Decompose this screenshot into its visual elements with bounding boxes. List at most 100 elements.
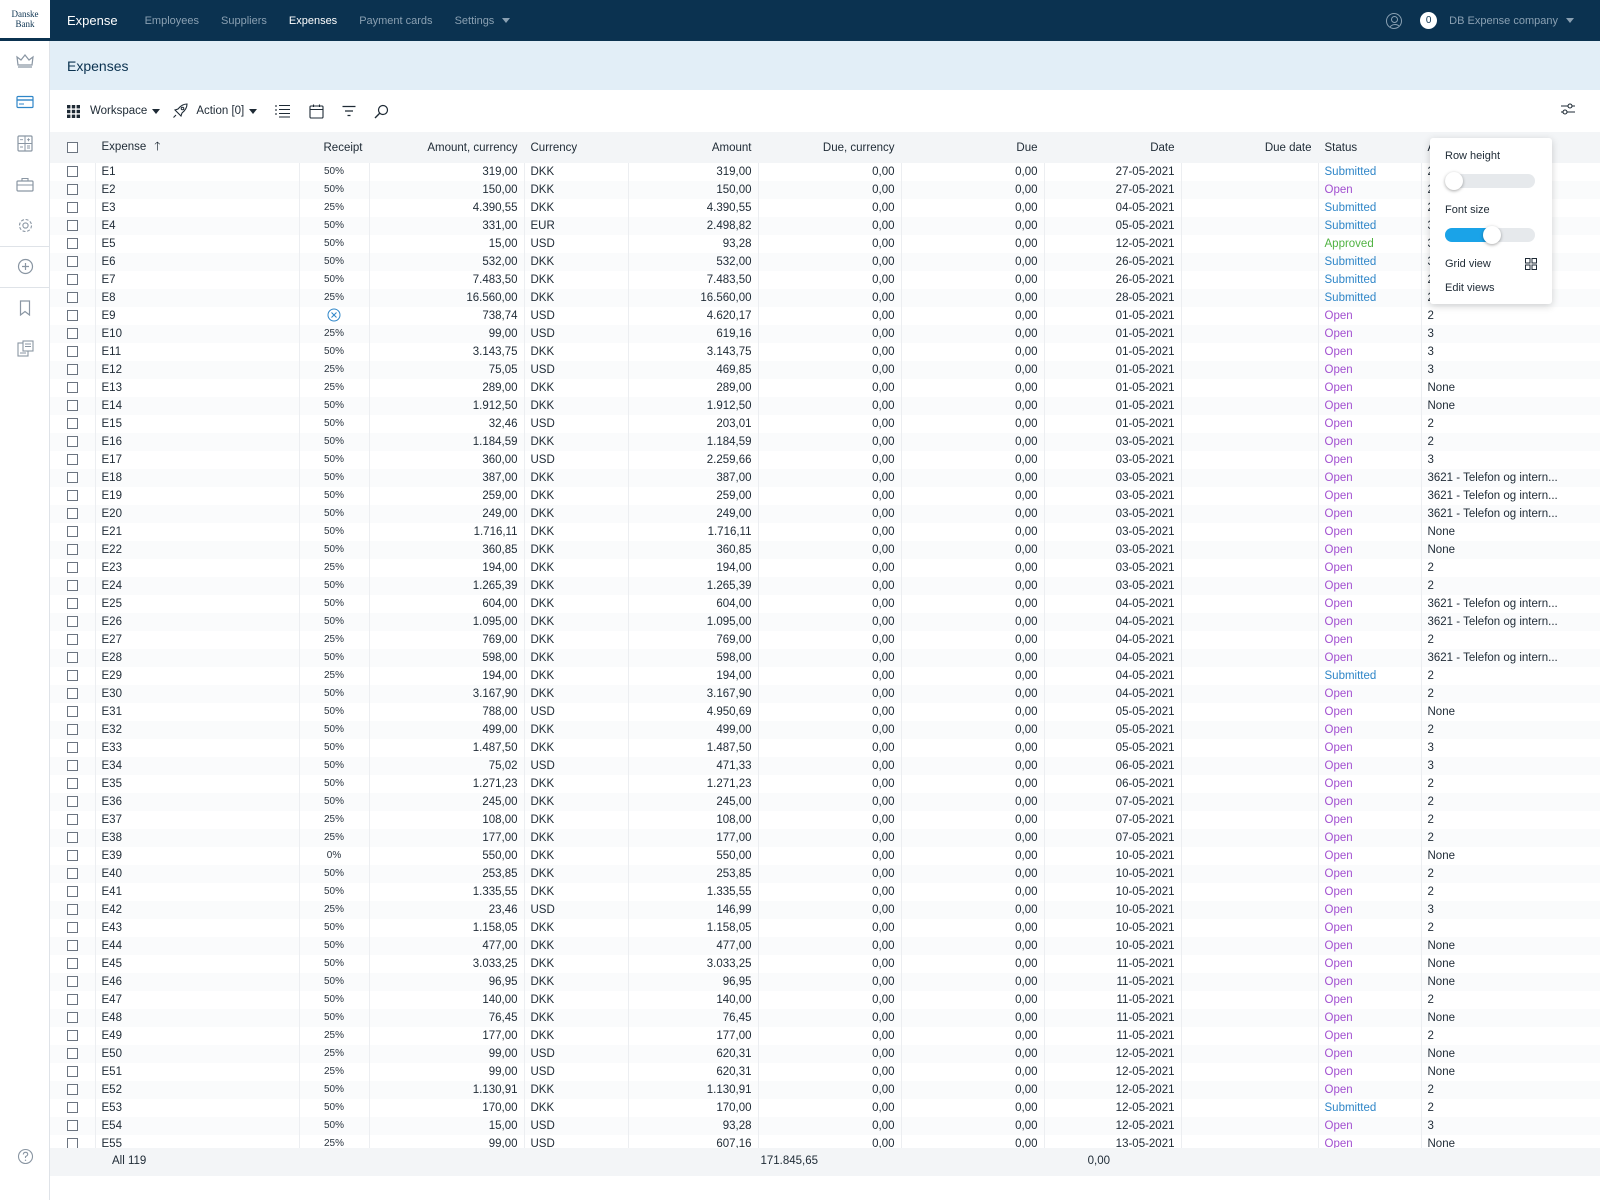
- cell-expense[interactable]: E22: [95, 541, 300, 559]
- row-checkbox[interactable]: [66, 724, 78, 736]
- row-checkbox-cell[interactable]: [50, 487, 96, 505]
- plus-circle-icon[interactable]: [15, 256, 35, 276]
- cell-expense[interactable]: E3: [95, 199, 300, 217]
- table-row[interactable]: E17 50% 360,00 USD 2.259,66 0,00 0,00 03-05-202…: [50, 451, 1600, 469]
- column-header-status[interactable]: Status: [1318, 132, 1422, 163]
- table-row[interactable]: E18 50% 387,00 DKK 387,00 0,00 0,00 03-05-2021 O…: [50, 469, 1600, 487]
- row-checkbox[interactable]: [66, 940, 78, 952]
- row-checkbox-cell[interactable]: [50, 577, 96, 595]
- table-row[interactable]: E21 50% 1.716,11 DKK 1.716,11 0,00 0,00 03-05-2…: [50, 523, 1600, 541]
- table-row[interactable]: E6 50% 532,00 DKK 532,00 0,00 0,00 26-05-2021 Su…: [50, 253, 1600, 271]
- row-checkbox-cell[interactable]: [50, 163, 96, 181]
- cell-expense[interactable]: E36: [95, 793, 300, 811]
- row-checkbox-cell[interactable]: [50, 901, 96, 919]
- cell-expense[interactable]: E12: [95, 361, 300, 379]
- table-row[interactable]: E51 25% 99,00 USD 620,31 0,00 0,00 12-05-2021 Op…: [50, 1063, 1600, 1081]
- cell-expense[interactable]: E53: [95, 1099, 300, 1117]
- table-row[interactable]: E5 50% 15,00 USD 93,28 0,00 0,00 12-05-2021 Appr…: [50, 235, 1600, 253]
- row-checkbox-cell[interactable]: [50, 703, 96, 721]
- table-row[interactable]: E16 50% 1.184,59 DKK 1.184,59 0,00 0,00 03-05-2…: [50, 433, 1600, 451]
- cell-expense[interactable]: E14: [95, 397, 300, 415]
- row-checkbox-cell[interactable]: [50, 541, 96, 559]
- table-row[interactable]: E31 50% 788,00 USD 4.950,69 0,00 0,00 05-05-202…: [50, 703, 1600, 721]
- cell-expense[interactable]: E28: [95, 649, 300, 667]
- row-checkbox-cell[interactable]: [50, 397, 96, 415]
- column-header-amount[interactable]: Amount: [628, 132, 759, 163]
- notification-badge[interactable]: 0: [1420, 12, 1438, 29]
- table-row[interactable]: E39 0% 550,00 DKK 550,00 0,00 0,00 10-05-2021 Op…: [50, 847, 1600, 865]
- help-icon[interactable]: [15, 1146, 35, 1166]
- table-row[interactable]: E33 50% 1.487,50 DKK 1.487,50 0,00 0,00 05-05-2…: [50, 739, 1600, 757]
- nav-suppliers[interactable]: Suppliers: [221, 15, 267, 27]
- table-row[interactable]: E43 50% 1.158,05 DKK 1.158,05 0,00 0,00 10-05-2…: [50, 919, 1600, 937]
- table-row[interactable]: E12 25% 75,05 USD 469,85 0,00 0,00 01-05-2021 Op…: [50, 361, 1600, 379]
- row-checkbox-cell[interactable]: [50, 559, 96, 577]
- cell-expense[interactable]: E39: [95, 847, 300, 865]
- table-row[interactable]: E53 50% 170,00 DKK 170,00 0,00 0,00 12-05-2021 S…: [50, 1099, 1600, 1117]
- table-row[interactable]: E34 50% 75,02 USD 471,33 0,00 0,00 06-05-2021 Op…: [50, 757, 1600, 775]
- table-row[interactable]: E26 50% 1.095,00 DKK 1.095,00 0,00 0,00 04-05-2…: [50, 613, 1600, 631]
- table-row[interactable]: E45 50% 3.033,25 DKK 3.033,25 0,00 0,00 11-05-2…: [50, 955, 1600, 973]
- row-checkbox[interactable]: [66, 526, 78, 538]
- cell-expense[interactable]: E7: [95, 271, 300, 289]
- row-checkbox-cell[interactable]: [50, 181, 96, 199]
- cell-expense[interactable]: E45: [95, 955, 300, 973]
- table-row[interactable]: E32 50% 499,00 DKK 499,00 0,00 0,00 05-05-2021 O…: [50, 721, 1600, 739]
- row-checkbox-cell[interactable]: [50, 379, 96, 397]
- row-checkbox[interactable]: [66, 436, 78, 448]
- cell-expense[interactable]: E13: [95, 379, 300, 397]
- column-header-amount-currency[interactable]: Amount, currency: [369, 132, 525, 163]
- checkbox[interactable]: [66, 141, 78, 153]
- row-checkbox-cell[interactable]: [50, 793, 96, 811]
- row-checkbox-cell[interactable]: [50, 217, 96, 235]
- row-checkbox-cell[interactable]: [50, 811, 96, 829]
- bookmark-icon[interactable]: [15, 298, 35, 318]
- row-checkbox-cell[interactable]: [50, 865, 96, 883]
- no-receipt-icon[interactable]: [327, 308, 341, 322]
- cell-receipt[interactable]: [299, 307, 370, 325]
- cell-expense[interactable]: E5: [95, 235, 300, 253]
- row-checkbox[interactable]: [66, 382, 78, 394]
- table-row[interactable]: E49 25% 177,00 DKK 177,00 0,00 0,00 11-05-2021 O…: [50, 1027, 1600, 1045]
- table-row[interactable]: E15 50% 32,46 USD 203,01 0,00 0,00 01-05-2021 Op…: [50, 415, 1600, 433]
- row-checkbox-cell[interactable]: [50, 973, 96, 991]
- cell-expense[interactable]: E33: [95, 739, 300, 757]
- calculator-icon[interactable]: [15, 133, 35, 153]
- row-checkbox[interactable]: [66, 562, 78, 574]
- row-checkbox-cell[interactable]: [50, 829, 96, 847]
- table-row[interactable]: E25 50% 604,00 DKK 604,00 0,00 0,00 04-05-2021 O…: [50, 595, 1600, 613]
- list-icon[interactable]: [275, 104, 291, 118]
- crown-icon[interactable]: [15, 51, 35, 71]
- edit-views-option[interactable]: Edit views: [1445, 282, 1537, 294]
- row-checkbox-cell[interactable]: [50, 1081, 96, 1099]
- column-header-currency[interactable]: Currency: [524, 132, 629, 163]
- column-header-due[interactable]: Due: [901, 132, 1045, 163]
- company-selector[interactable]: DB Expense company: [1449, 15, 1574, 27]
- cell-expense[interactable]: E24: [95, 577, 300, 595]
- table-row[interactable]: E30 50% 3.167,90 DKK 3.167,90 0,00 0,00 04-05-2…: [50, 685, 1600, 703]
- row-checkbox[interactable]: [66, 328, 78, 340]
- row-checkbox-cell[interactable]: [50, 343, 96, 361]
- row-checkbox[interactable]: [66, 994, 78, 1006]
- cell-expense[interactable]: E8: [95, 289, 300, 307]
- row-checkbox-cell[interactable]: [50, 757, 96, 775]
- table-row[interactable]: E24 50% 1.265,39 DKK 1.265,39 0,00 0,00 03-05-2…: [50, 577, 1600, 595]
- row-checkbox[interactable]: [66, 670, 78, 682]
- row-checkbox[interactable]: [66, 310, 78, 322]
- cell-expense[interactable]: E2: [95, 181, 300, 199]
- cell-expense[interactable]: E37: [95, 811, 300, 829]
- cell-expense[interactable]: E18: [95, 469, 300, 487]
- cell-expense[interactable]: E17: [95, 451, 300, 469]
- row-checkbox-cell[interactable]: [50, 739, 96, 757]
- view-settings-button[interactable]: [1560, 102, 1578, 120]
- row-checkbox[interactable]: [66, 652, 78, 664]
- row-checkbox[interactable]: [66, 886, 78, 898]
- table-row[interactable]: E29 25% 194,00 DKK 194,00 0,00 0,00 04-05-2021 S…: [50, 667, 1600, 685]
- row-checkbox[interactable]: [66, 598, 78, 610]
- row-checkbox[interactable]: [66, 1066, 78, 1078]
- cell-expense[interactable]: E4: [95, 217, 300, 235]
- cell-expense[interactable]: E30: [95, 685, 300, 703]
- row-checkbox-cell[interactable]: [50, 595, 96, 613]
- row-checkbox-cell[interactable]: [50, 361, 96, 379]
- row-checkbox[interactable]: [66, 184, 78, 196]
